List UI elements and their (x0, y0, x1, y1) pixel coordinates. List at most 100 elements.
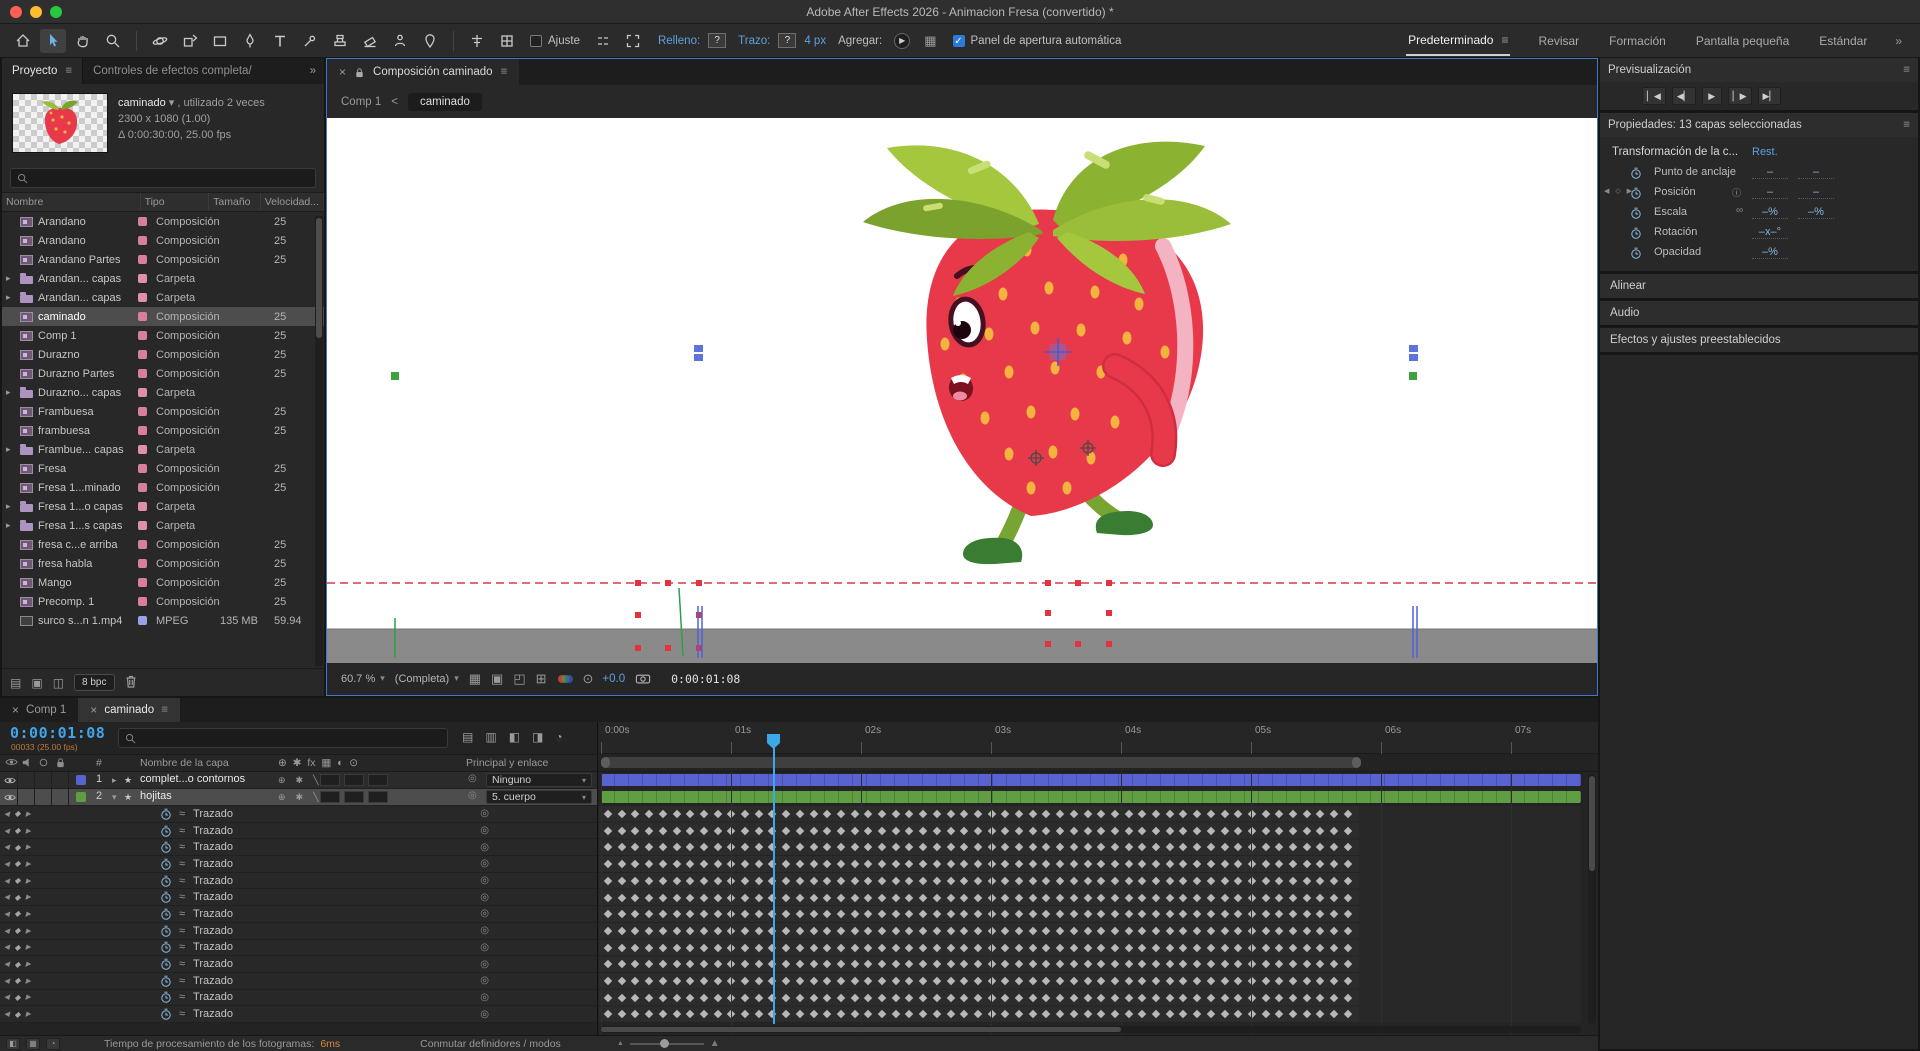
keyframe-icon[interactable] (959, 843, 969, 852)
keyframe-icon[interactable] (1042, 926, 1051, 936)
property-name[interactable]: Trazado (193, 891, 233, 903)
timeline-property-row[interactable]: ◀ ◆ ▶ ≈ Trazado ◎ (0, 922, 597, 940)
keyframe-icon[interactable] (1110, 909, 1120, 919)
keyframe-icon[interactable] (1192, 993, 1202, 1002)
keyframe-icon[interactable] (1110, 893, 1120, 902)
keyframe-icon[interactable] (1233, 926, 1243, 936)
keyframe-icon[interactable] (1302, 943, 1311, 952)
keyframe-icon[interactable] (1220, 843, 1229, 852)
keyframe-icon[interactable] (1014, 943, 1024, 952)
layer-bar-2[interactable] (601, 791, 1581, 803)
keyframe-icon[interactable] (809, 843, 818, 852)
keyframe-icon[interactable] (850, 859, 859, 869)
zoom-tool[interactable] (100, 29, 126, 53)
keyframe-icon[interactable] (781, 859, 791, 869)
label-chip[interactable] (138, 293, 147, 302)
keyframe-icon[interactable] (1288, 1010, 1298, 1019)
keyframe-icon[interactable] (932, 893, 942, 902)
project-row[interactable]: Arandano Composición 25 (2, 212, 324, 231)
keyframe-icon[interactable] (631, 843, 640, 852)
keyframe-icon[interactable] (1165, 909, 1174, 919)
keyframe-icon[interactable] (795, 976, 805, 986)
keyframe-icon[interactable] (1151, 809, 1161, 819)
scrollbar-thumb[interactable] (1589, 776, 1595, 871)
keyframe-icon[interactable] (1110, 826, 1120, 835)
keyframe-navigator[interactable]: ◀ ◆ ▶ (4, 1010, 44, 1019)
keyframe-icon[interactable] (959, 909, 969, 919)
label-chip[interactable] (138, 255, 147, 264)
keyframe-icon[interactable] (795, 909, 805, 919)
transfer-controls-icon[interactable]: ▦ (26, 1037, 40, 1050)
keyframe-icon[interactable] (617, 909, 626, 919)
keyframe-icon[interactable] (1233, 960, 1243, 969)
keyframe-icon[interactable] (891, 909, 900, 919)
keyframe-icon[interactable] (644, 826, 654, 835)
align-panel-header[interactable]: Alinear (1600, 274, 1918, 298)
keyframe-icon[interactable] (946, 859, 955, 869)
keyframe-icon[interactable] (918, 843, 928, 852)
keyframe-icon[interactable] (905, 926, 914, 936)
keyframe-icon[interactable] (864, 960, 873, 969)
keyframe-icon[interactable] (1069, 876, 1079, 886)
keyframe-icon[interactable] (644, 893, 654, 902)
keyframe-icon[interactable] (740, 826, 750, 835)
keyframe-icon[interactable] (1206, 893, 1216, 902)
keyframe-icon[interactable] (946, 926, 955, 936)
keyframe-icon[interactable] (644, 876, 654, 886)
keyframe-icon[interactable] (1069, 893, 1079, 902)
keyframe-icon[interactable] (740, 993, 750, 1002)
keyframe-icon[interactable] (932, 943, 942, 952)
keyframe-icon[interactable] (1206, 943, 1216, 952)
keyframe-icon[interactable] (1275, 809, 1284, 819)
keyframe-icon[interactable] (1288, 893, 1298, 902)
keyframe-icon[interactable] (1316, 960, 1325, 969)
keyframe-icon[interactable] (1124, 943, 1133, 952)
keyframe-icon[interactable] (1261, 943, 1270, 952)
eye-toggle[interactable] (2, 789, 18, 805)
keyframe-icon[interactable] (1261, 876, 1270, 886)
keyframe-icon[interactable] (617, 976, 626, 986)
keyframe-icon[interactable] (658, 993, 668, 1002)
last-frame-button[interactable]: ▶▏ (1757, 87, 1782, 105)
keyframe-icon[interactable] (1343, 960, 1353, 969)
project-row[interactable]: ▸ Fresa 1...o capas Carpeta (2, 497, 324, 516)
keyframe-icon[interactable] (891, 976, 900, 986)
keyframe-icon[interactable] (877, 859, 887, 869)
keyframe-icon[interactable] (1179, 893, 1188, 902)
keyframe-icon[interactable] (740, 943, 750, 952)
timeline-property-row[interactable]: ◀ ◆ ▶ ≈ Trazado ◎ (0, 956, 597, 973)
keyframe-icon[interactable] (809, 859, 818, 869)
keyframe-icon[interactable] (1110, 943, 1120, 952)
keyframe-icon[interactable] (946, 960, 955, 969)
snap-checkbox[interactable]: Ajuste (530, 34, 580, 47)
keyframe-icon[interactable] (1329, 976, 1339, 986)
layer-name[interactable]: complet...o contornos (140, 773, 245, 785)
keyframe-icon[interactable] (1261, 809, 1270, 819)
keyframe-icon[interactable] (795, 893, 805, 902)
keyframe-icon[interactable] (685, 826, 695, 835)
keyframe-icon[interactable] (672, 1010, 681, 1019)
keyframe-icon[interactable] (891, 859, 900, 869)
keyframe-icon[interactable] (672, 859, 681, 869)
keyframe-icon[interactable] (946, 876, 955, 886)
keyframe-icon[interactable] (1288, 843, 1298, 852)
keyframe-icon[interactable] (1001, 843, 1010, 852)
keyframe-icon[interactable] (918, 1010, 928, 1019)
keyframe-icon[interactable] (1233, 859, 1243, 869)
keyframe-icon[interactable] (1343, 859, 1353, 869)
keyframe-icon[interactable] (699, 826, 709, 835)
keyframe-icon[interactable] (932, 960, 942, 969)
keyframe-icon[interactable] (1096, 1010, 1106, 1019)
keyframe-icon[interactable] (1096, 826, 1106, 835)
keyframe-icon[interactable] (1261, 893, 1270, 902)
stopwatch-icon[interactable] (160, 958, 172, 970)
keyframe-icon[interactable] (1151, 960, 1161, 969)
keyframe-icon[interactable] (795, 859, 805, 869)
keyframe-icon[interactable] (822, 826, 832, 835)
keyframe-icon[interactable] (1192, 893, 1202, 902)
keyframe-icon[interactable] (1055, 943, 1065, 952)
keyframe-icon[interactable] (864, 843, 873, 852)
label-chip[interactable] (138, 502, 147, 511)
keyframe-icon[interactable] (617, 1010, 626, 1019)
project-bit-depth[interactable]: 8 bpc (74, 674, 115, 691)
